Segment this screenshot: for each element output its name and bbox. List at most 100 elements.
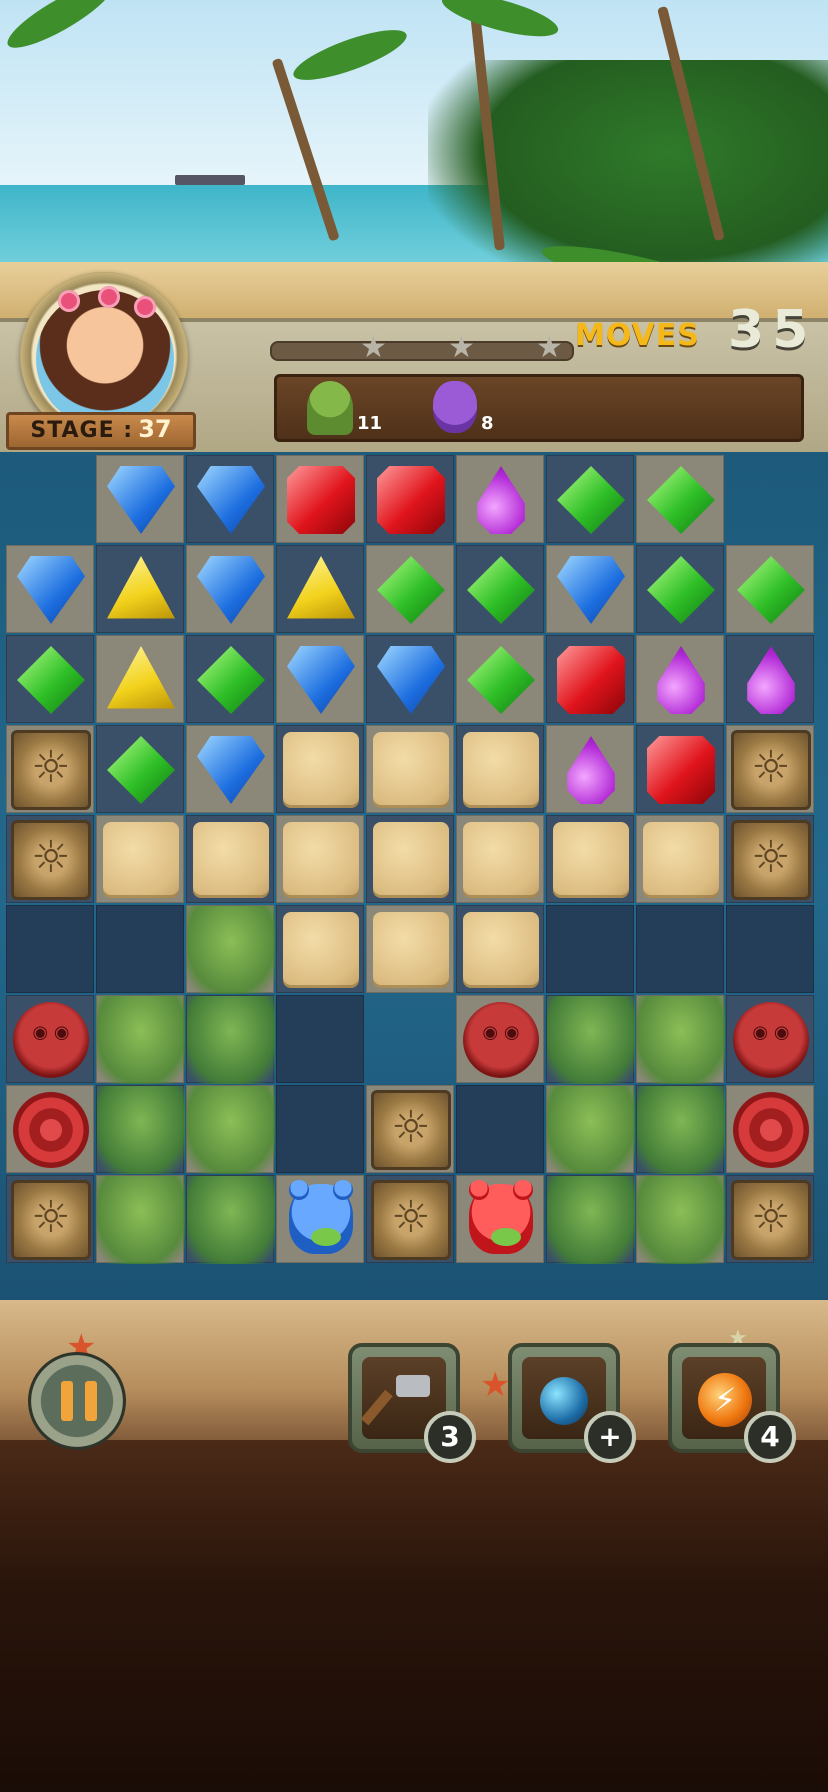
board-cell[interactable] — [456, 1175, 544, 1263]
board-cell[interactable] — [456, 635, 544, 723]
game-board[interactable] — [6, 455, 822, 1275]
board-cell[interactable] — [636, 815, 724, 903]
board-cell[interactable] — [636, 725, 724, 813]
board-cell-empty[interactable] — [546, 905, 634, 993]
board-cell[interactable] — [366, 1175, 454, 1263]
board-cell[interactable] — [96, 995, 185, 1084]
flower-icon — [58, 290, 80, 312]
board-cell[interactable] — [186, 635, 274, 723]
board-cell[interactable] — [366, 815, 454, 903]
board-cell[interactable] — [96, 1085, 185, 1174]
board-cell[interactable] — [186, 455, 274, 543]
board-cell[interactable] — [6, 995, 94, 1083]
board-cell[interactable] — [96, 1175, 185, 1264]
red-owl-icon — [13, 1002, 89, 1078]
sand-block — [283, 912, 359, 988]
ship-silhouette — [175, 175, 245, 185]
board-cell[interactable] — [276, 1175, 364, 1263]
star-icon: ★ — [448, 330, 475, 365]
board-cell[interactable] — [456, 815, 544, 903]
stage-label: STAGE : — [30, 418, 134, 443]
board-cell[interactable] — [546, 995, 635, 1084]
board-cell[interactable] — [276, 725, 364, 813]
board-cell[interactable] — [546, 545, 634, 633]
board-cell[interactable] — [96, 725, 184, 813]
board-void — [366, 995, 454, 1083]
hammer-booster-button[interactable]: 3 — [348, 1343, 476, 1463]
board-cell[interactable] — [456, 545, 544, 633]
board-cell[interactable] — [366, 455, 454, 543]
board-cell[interactable] — [546, 815, 634, 903]
board-cell-empty[interactable] — [276, 1085, 364, 1173]
board-cell[interactable] — [96, 815, 184, 903]
goal-count-bear: 8 — [481, 413, 494, 434]
board-cell[interactable] — [726, 635, 814, 723]
board-cell-empty[interactable] — [726, 905, 814, 993]
board-cell[interactable] — [186, 995, 275, 1084]
board-cell[interactable] — [636, 1085, 725, 1174]
red-gem-icon — [287, 466, 355, 534]
board-cell[interactable] — [276, 455, 364, 543]
board-cell[interactable] — [96, 635, 184, 723]
bomb-booster-button[interactable]: + — [508, 1343, 636, 1463]
board-cell[interactable] — [456, 725, 544, 813]
board-cell[interactable] — [636, 455, 724, 543]
board-cell[interactable] — [726, 725, 814, 813]
board-cell[interactable] — [366, 905, 454, 993]
board-cell-empty[interactable] — [6, 905, 94, 993]
blue-gem-icon — [17, 556, 85, 624]
purple-gem-icon — [657, 646, 705, 714]
board-cell[interactable] — [276, 905, 364, 993]
board-cell[interactable] — [636, 545, 724, 633]
board-cell[interactable] — [366, 725, 454, 813]
sand-block — [373, 822, 449, 898]
board-cell[interactable] — [546, 455, 634, 543]
board-cell[interactable] — [186, 905, 275, 994]
board-cell[interactable] — [366, 1085, 454, 1173]
sand-block — [463, 822, 539, 898]
board-cell-empty[interactable] — [96, 905, 184, 993]
board-cell[interactable] — [546, 1175, 635, 1264]
board-cell[interactable] — [366, 635, 454, 723]
board-cell[interactable] — [546, 725, 634, 813]
board-cell[interactable] — [366, 545, 454, 633]
sun-crate-block — [371, 1180, 451, 1260]
board-cell[interactable] — [636, 995, 725, 1084]
board-cell[interactable] — [96, 455, 184, 543]
board-cell[interactable] — [96, 545, 184, 633]
board-cell[interactable] — [186, 725, 274, 813]
board-cell[interactable] — [6, 725, 94, 813]
board-cell[interactable] — [186, 545, 274, 633]
board-cell[interactable] — [636, 1175, 725, 1264]
board-cell[interactable] — [276, 545, 364, 633]
board-cell[interactable] — [276, 815, 364, 903]
starfish-icon: ★ — [480, 1365, 511, 1405]
board-cell-empty[interactable] — [276, 995, 364, 1083]
board-cell[interactable] — [186, 815, 274, 903]
board-cell[interactable] — [6, 815, 94, 903]
pause-button[interactable] — [28, 1352, 126, 1450]
board-cell[interactable] — [546, 635, 634, 723]
board-cell-empty[interactable] — [636, 905, 724, 993]
board-cell[interactable] — [6, 1175, 94, 1263]
board-cell-empty[interactable] — [456, 1085, 544, 1173]
board-cell[interactable] — [456, 455, 544, 543]
board-cell[interactable] — [636, 635, 724, 723]
lightning-booster-button[interactable]: ⚡ 4 — [668, 1343, 796, 1463]
board-cell[interactable] — [726, 995, 814, 1083]
board-cell[interactable] — [546, 1085, 635, 1174]
purple-bear-icon — [433, 381, 477, 433]
board-cell[interactable] — [726, 1085, 814, 1173]
board-cell[interactable] — [186, 1085, 275, 1174]
board-cell[interactable] — [6, 635, 94, 723]
red-gem-icon — [377, 466, 445, 534]
board-cell[interactable] — [6, 545, 94, 633]
board-cell[interactable] — [186, 1175, 275, 1264]
board-cell[interactable] — [726, 1175, 814, 1263]
board-cell[interactable] — [726, 545, 814, 633]
board-cell[interactable] — [456, 905, 544, 993]
board-cell[interactable] — [276, 635, 364, 723]
board-cell[interactable] — [456, 995, 544, 1083]
board-cell[interactable] — [6, 1085, 94, 1173]
board-cell[interactable] — [726, 815, 814, 903]
